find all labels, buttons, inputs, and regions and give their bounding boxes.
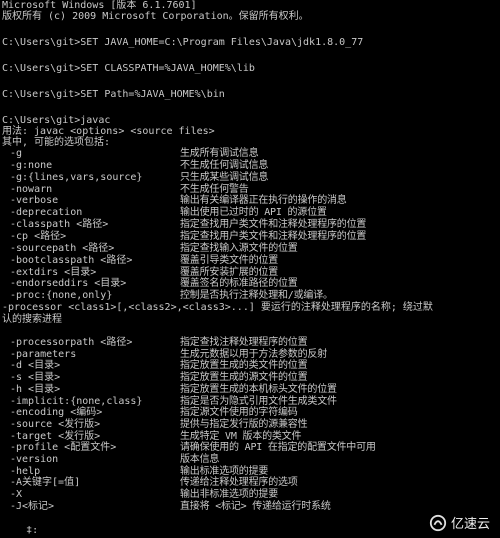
option-name: -classpath <路径>: [10, 219, 109, 231]
yisu-cloud-logo-icon: [429, 514, 447, 531]
console-line: Microsoft Windows [版本 6.1.7601]: [2, 0, 197, 11]
option-name: -profile <配置文件>: [10, 442, 117, 454]
option-name: -parameters: [10, 348, 77, 360]
option-description: 覆盖签名的标准路径的位置: [180, 278, 298, 290]
option-name: -s <目录>: [10, 372, 61, 384]
option-description: 指定放置生成的类文件的位置: [180, 360, 308, 372]
console-line: C:\Users\git>SET CLASSPATH=%JAVA_HOME%\l…: [2, 63, 255, 74]
option-name: -deprecation: [10, 207, 83, 219]
option-description: 不生成任何调试信息: [180, 159, 269, 171]
option-description: 指定查找用户类文件和注释处理程序的位置: [180, 219, 367, 231]
option-name: -source <发行版>: [10, 418, 101, 430]
watermark-text: 亿速云: [450, 517, 490, 532]
option-description: 覆盖所安装扩展的位置: [180, 266, 278, 278]
option-name: -proc:{none,only}: [10, 290, 113, 302]
option-name: -bootclasspath <路径>: [10, 254, 133, 266]
option-name: -help: [10, 465, 41, 477]
option-description: 生成特定 VM 版本的类文件: [180, 430, 302, 442]
option-name: -h <目录>: [10, 383, 61, 395]
option-name: -encoding <编码>: [10, 407, 103, 419]
console-line: 版权所有 (c) 2009 Microsoft Corporation。保留所有…: [2, 11, 309, 22]
console-cursor-line: ‡:: [2, 525, 39, 536]
option-name: -X: [10, 489, 23, 501]
option-name: -sourcepath <路径>: [10, 242, 115, 254]
option-description: 不生成任何警告: [180, 183, 249, 195]
option-description: 指定是否为隐式引用文件生成类文件: [180, 395, 337, 407]
option-name: -nowarn: [10, 183, 53, 195]
console-line: C:\Users\git>SET Path=%JAVA_HOME%\bin: [2, 89, 225, 100]
console-line: C:\Users\git>SET JAVA_HOME=C:\Program Fi…: [2, 37, 364, 48]
option-name: -version: [10, 454, 59, 465]
watermark: 亿速云: [429, 513, 490, 532]
option-description: 输出有关编译器正在执行的操作的消息: [180, 195, 347, 207]
option-description: 版本信息: [180, 454, 220, 465]
console-window[interactable]: Microsoft Windows [版本 6.1.7601] 版权所有 (c)…: [0, 0, 500, 538]
option-description: 输出标准选项的提要: [180, 465, 269, 477]
option-name: -endorseddirs <目录>: [10, 278, 127, 290]
option-description: 指定查找注释处理程序的位置: [180, 337, 308, 348]
option-description: 输出非标准选项的提要: [180, 489, 278, 501]
option-description: 指定放置生成的本机标头文件的位置: [180, 383, 337, 395]
option-description: 指定放置生成的源文件的位置: [180, 372, 308, 384]
option-name: -target <发行版>: [10, 430, 101, 442]
option-name: -A关键字[=值]: [10, 477, 81, 489]
option-description: 请确保使用的 API 在指定的配置文件中可用: [180, 442, 376, 454]
option-name: -g: [10, 148, 23, 159]
option-description: 生成元数据以用于方法参数的反射: [180, 348, 327, 360]
processor-line: -processor <class1>[,<class2>,<class3>..…: [2, 302, 433, 313]
option-name: -cp <路径>: [10, 230, 67, 242]
console-line: 其中, 可能的选项包括:: [2, 137, 111, 148]
option-description: 控制是否执行注释处理和/或编译。: [180, 290, 333, 302]
console-line: C:\Users\git>javac: [2, 115, 111, 126]
console-line: 用法: javac <options> <source files>: [2, 126, 215, 137]
option-description: 生成所有调试信息: [180, 148, 259, 159]
option-description: 只生成某些调试信息: [180, 171, 269, 183]
option-name: -extdirs <目录>: [10, 266, 97, 278]
option-description: 指定查找用户类文件和注释处理程序的位置: [180, 230, 367, 242]
option-name: -g:none: [10, 159, 53, 171]
option-name: -g:{lines,vars,source}: [10, 171, 143, 183]
option-name: -J<标记>: [10, 500, 55, 512]
option-description: 传递给注释处理程序的选项: [180, 477, 298, 489]
option-description: 指定源文件使用的字符编码: [180, 407, 298, 419]
option-description: 提供与指定发行版的源兼容性: [180, 418, 308, 430]
option-name: -d <目录>: [10, 360, 61, 372]
option-description: 直接将 <标记> 传递给运行时系统: [180, 500, 331, 512]
option-description: 覆盖引导类文件的位置: [180, 254, 278, 266]
option-description: 输出使用已过时的 API 的源位置: [180, 207, 327, 219]
option-description: 指定查找输入源文件的位置: [180, 242, 298, 254]
processor-line-continued: 认的搜索进程: [2, 314, 62, 325]
option-name: -processorpath <路径>: [10, 337, 133, 348]
option-name: -verbose: [10, 195, 59, 207]
option-name: -implicit:{none,class}: [10, 395, 143, 407]
